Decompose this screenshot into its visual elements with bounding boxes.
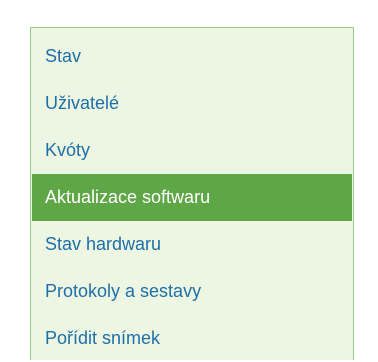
nav-item-poridit-snimek[interactable]: Pořídit snímek — [31, 315, 353, 362]
nav-item-uzivatele[interactable]: Uživatelé — [31, 80, 353, 127]
nav-item-stav[interactable]: Stav — [31, 33, 353, 80]
nav-item-protokoly-a-sestavy[interactable]: Protokoly a sestavy — [31, 268, 353, 315]
settings-nav-list: Stav Uživatelé Kvóty Aktualizace softwar… — [31, 28, 353, 362]
settings-nav-panel: Stav Uživatelé Kvóty Aktualizace softwar… — [30, 27, 354, 360]
nav-item-kvoty[interactable]: Kvóty — [31, 127, 353, 174]
nav-item-aktualizace-softwaru[interactable]: Aktualizace softwaru — [32, 174, 352, 221]
nav-item-stav-hardwaru[interactable]: Stav hardwaru — [31, 221, 353, 268]
